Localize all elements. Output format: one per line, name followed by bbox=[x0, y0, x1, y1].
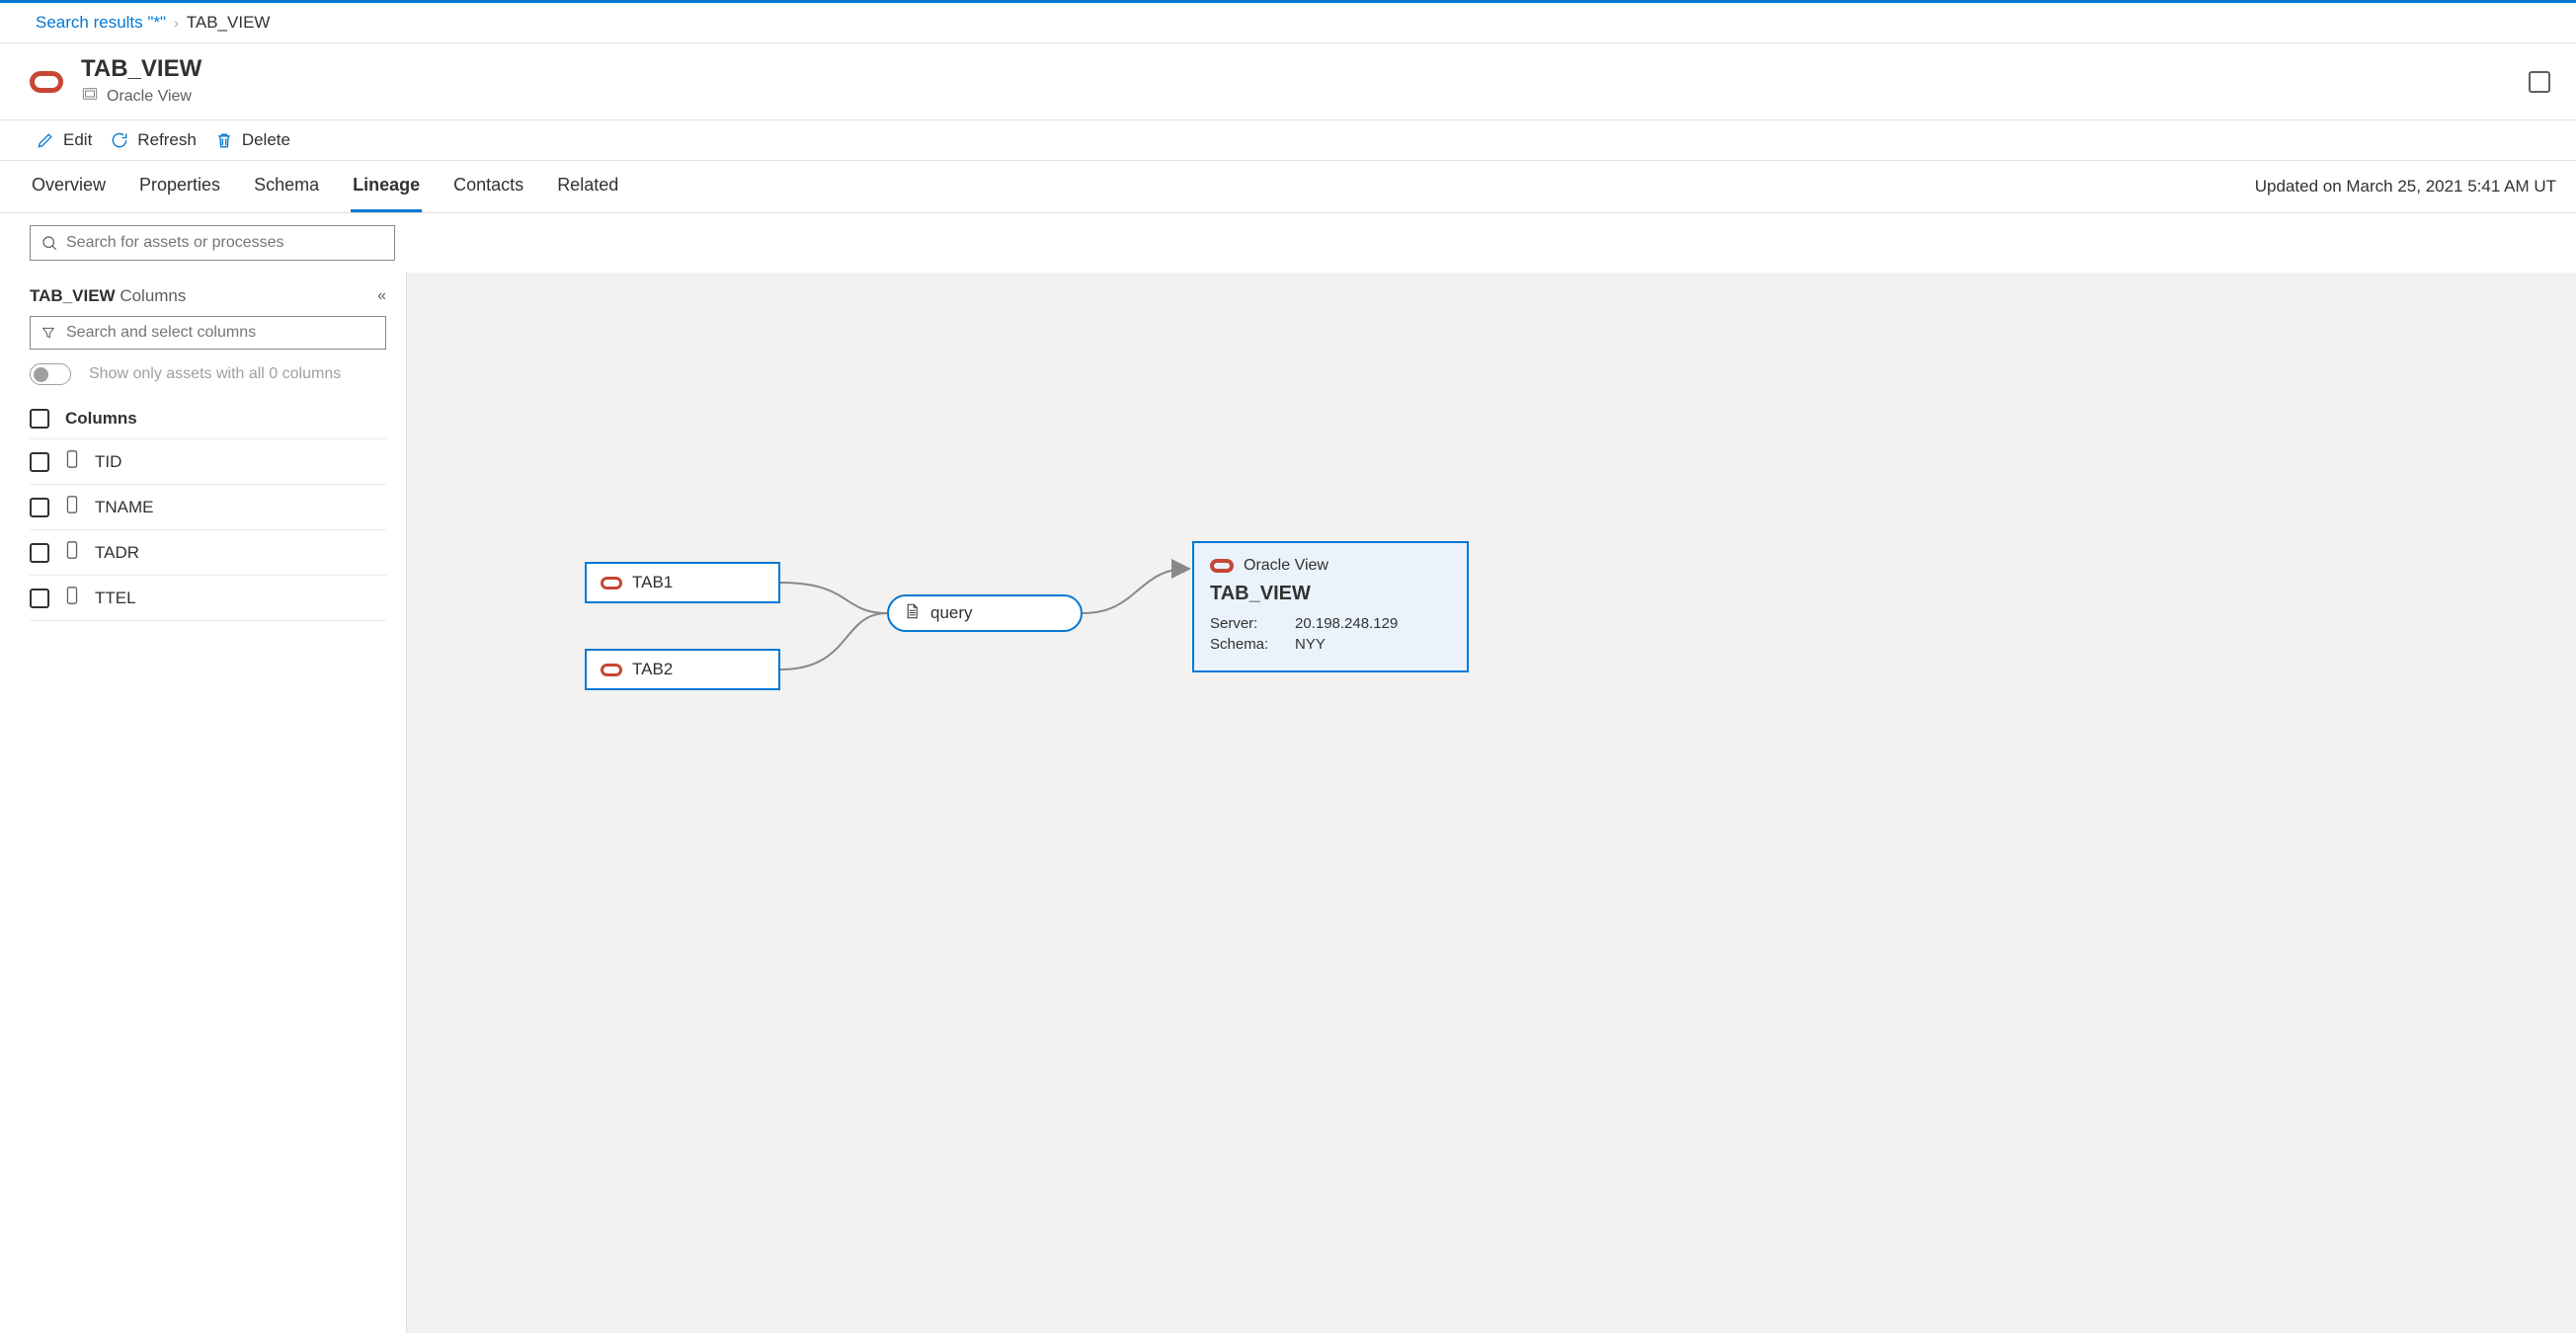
breadcrumb-root-link[interactable]: Search results "*" bbox=[36, 13, 166, 33]
column-name: TADR bbox=[95, 543, 139, 563]
show-only-toggle-row: Show only assets with all 0 columns bbox=[30, 363, 386, 385]
lineage-node-detail[interactable]: Oracle View TAB_VIEW Server: 20.198.248.… bbox=[1192, 541, 1469, 672]
select-all-checkbox[interactable] bbox=[30, 409, 49, 429]
lineage-search-box[interactable] bbox=[30, 225, 395, 261]
tabs-row: Overview Properties Schema Lineage Conta… bbox=[0, 161, 2576, 213]
column-icon bbox=[65, 449, 79, 474]
lineage-node-label: TAB1 bbox=[632, 573, 673, 592]
show-only-toggle-label: Show only assets with all 0 columns bbox=[89, 365, 341, 383]
header-action-button[interactable] bbox=[2529, 71, 2550, 93]
search-icon bbox=[40, 234, 58, 252]
lineage-edges bbox=[407, 273, 2576, 1333]
tab-properties[interactable]: Properties bbox=[137, 161, 222, 212]
pencil-icon bbox=[36, 130, 55, 150]
page-header: TAB_VIEW Oracle View bbox=[0, 43, 2576, 120]
oracle-icon bbox=[601, 577, 622, 590]
detail-server-value: 20.198.248.129 bbox=[1295, 615, 1398, 632]
document-icon bbox=[903, 602, 921, 625]
lineage-node-query[interactable]: query bbox=[887, 594, 1083, 632]
detail-type-label: Oracle View bbox=[1244, 557, 1328, 575]
tab-schema[interactable]: Schema bbox=[252, 161, 321, 212]
tab-related[interactable]: Related bbox=[555, 161, 620, 212]
sidebar-title-suffix: Columns bbox=[120, 286, 186, 305]
edit-label: Edit bbox=[63, 130, 92, 150]
lineage-node-label: TAB2 bbox=[632, 660, 673, 679]
delete-label: Delete bbox=[242, 130, 290, 150]
lineage-search-input[interactable] bbox=[66, 234, 384, 252]
column-icon bbox=[65, 586, 79, 610]
column-icon bbox=[65, 540, 79, 565]
column-row[interactable]: TNAME bbox=[30, 485, 386, 530]
column-name: TTEL bbox=[95, 589, 136, 608]
column-row[interactable]: TTEL bbox=[30, 576, 386, 621]
delete-button[interactable]: Delete bbox=[214, 130, 290, 150]
refresh-icon bbox=[110, 130, 129, 150]
lineage-node-tab1[interactable]: TAB1 bbox=[585, 562, 780, 603]
detail-title: TAB_VIEW bbox=[1210, 583, 1451, 605]
column-name: TNAME bbox=[95, 498, 154, 517]
updated-timestamp: Updated on March 25, 2021 5:41 AM UT bbox=[2255, 177, 2556, 197]
column-filter-input[interactable] bbox=[66, 324, 375, 342]
sidebar-title-entity: TAB_VIEW bbox=[30, 286, 116, 305]
edit-button[interactable]: Edit bbox=[36, 130, 92, 150]
toolbar: Edit Refresh Delete bbox=[0, 120, 2576, 161]
view-type-icon bbox=[81, 85, 99, 108]
breadcrumb-current: TAB_VIEW bbox=[187, 13, 271, 33]
show-only-toggle[interactable] bbox=[30, 363, 71, 385]
refresh-button[interactable]: Refresh bbox=[110, 130, 197, 150]
column-row[interactable]: TID bbox=[30, 439, 386, 485]
columns-list: Columns TID TNAME TADR bbox=[30, 399, 386, 621]
tab-contacts[interactable]: Contacts bbox=[451, 161, 525, 212]
page-title: TAB_VIEW bbox=[81, 55, 201, 83]
detail-schema-value: NYY bbox=[1295, 636, 1326, 653]
oracle-icon bbox=[1210, 559, 1234, 573]
column-checkbox[interactable] bbox=[30, 543, 49, 563]
detail-schema-label: Schema: bbox=[1210, 636, 1275, 653]
column-checkbox[interactable] bbox=[30, 452, 49, 472]
sidebar-collapse-button[interactable]: « bbox=[377, 287, 386, 305]
filter-icon bbox=[40, 325, 56, 341]
column-filter-box[interactable] bbox=[30, 316, 386, 350]
page-subtitle: Oracle View bbox=[107, 88, 192, 106]
column-checkbox[interactable] bbox=[30, 589, 49, 608]
column-row[interactable]: TADR bbox=[30, 530, 386, 576]
columns-header-label: Columns bbox=[65, 409, 137, 429]
lineage-node-tab2[interactable]: TAB2 bbox=[585, 649, 780, 690]
oracle-icon bbox=[601, 664, 622, 676]
column-name: TID bbox=[95, 452, 121, 472]
column-icon bbox=[65, 495, 79, 519]
detail-server-label: Server: bbox=[1210, 615, 1275, 632]
column-checkbox[interactable] bbox=[30, 498, 49, 517]
breadcrumb: Search results "*" › TAB_VIEW bbox=[0, 0, 2576, 43]
main-area: TAB_VIEW Columns « Show only assets with… bbox=[0, 273, 2576, 1333]
sidebar-title: TAB_VIEW Columns bbox=[30, 286, 186, 306]
tabs: Overview Properties Schema Lineage Conta… bbox=[30, 161, 620, 212]
columns-sidebar: TAB_VIEW Columns « Show only assets with… bbox=[0, 273, 407, 1333]
tab-lineage[interactable]: Lineage bbox=[351, 161, 422, 212]
tab-overview[interactable]: Overview bbox=[30, 161, 108, 212]
lineage-search-row bbox=[0, 213, 2576, 273]
oracle-icon bbox=[30, 71, 63, 93]
lineage-canvas[interactable]: TAB1 TAB2 query Oracle View TAB_VIEW Ser… bbox=[407, 273, 2576, 1333]
refresh-label: Refresh bbox=[137, 130, 197, 150]
columns-header-row: Columns bbox=[30, 399, 386, 439]
breadcrumb-separator: › bbox=[174, 15, 179, 31]
lineage-node-label: query bbox=[930, 603, 973, 623]
trash-icon bbox=[214, 130, 234, 150]
